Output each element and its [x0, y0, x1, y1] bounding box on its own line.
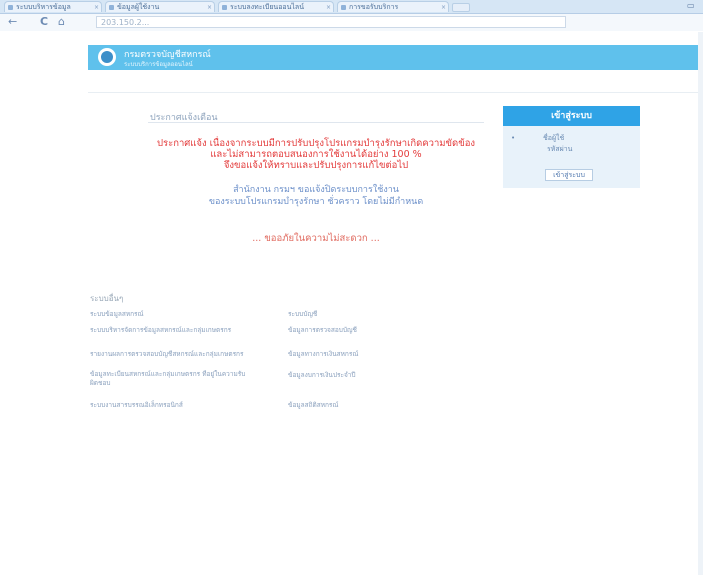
bullet-icon: • — [511, 134, 516, 142]
address-bar[interactable]: 203.150.2... — [96, 16, 566, 28]
close-tab-icon[interactable]: × — [207, 2, 212, 12]
favicon-icon — [341, 4, 346, 10]
site-logo[interactable] — [98, 48, 116, 66]
system-link[interactable]: ระบบงานสารบรรณอิเล็กทรอนิกส์ — [90, 400, 250, 410]
login-button[interactable]: เข้าสู่ระบบ — [545, 169, 593, 181]
divider — [88, 92, 700, 93]
announcement-label: ประกาศแจ้ง — [156, 138, 207, 149]
announcement-line-3: จึงขอแจ้งให้ทราบและปรับปรุงการแก้ไขต่อไป — [223, 160, 409, 171]
browser-tab-4[interactable]: การขอรับบริการ × — [337, 1, 449, 12]
reload-icon[interactable]: C — [40, 15, 48, 29]
system-link[interactable]: ข้อมูลสถิติสหกรณ์ — [288, 400, 448, 410]
tab-label: ระบบลงทะเบียนออนไลน์ — [230, 3, 304, 11]
system-link[interactable]: ระบบข้อมูลสหกรณ์ — [90, 309, 250, 319]
system-link[interactable]: รายงานผลการตรวจสอบบัญชีสหกรณ์และกลุ่มเกษ… — [90, 349, 250, 359]
system-link[interactable]: ระบบบริหารจัดการข้อมูลสหกรณ์และกลุ่มเกษต… — [90, 325, 250, 335]
login-header: เข้าสู่ระบบ — [503, 106, 640, 126]
close-tab-icon[interactable]: × — [326, 2, 331, 12]
closure-notice: สำนักงาน กรมฯ ขอแจ้งปิดระบบการใช้งาน ของ… — [116, 184, 516, 208]
browser-tab-bar: ระบบบริหารข้อมูล × ข้อมูลผู้ใช้งาน × ระบบล… — [0, 0, 703, 14]
browser-tab-1[interactable]: ระบบบริหารข้อมูล × — [4, 1, 102, 12]
username-label[interactable]: ชื่อผู้ใช้ — [543, 133, 564, 144]
back-arrow-icon[interactable]: ← — [8, 15, 17, 29]
browser-tab-2[interactable]: ข้อมูลผู้ใช้งาน × — [105, 1, 215, 12]
system-link[interactable]: ข้อมูลทะเบียนสหกรณ์และกลุ่มเกษตรกร ที่อย… — [90, 370, 250, 388]
tab-label: ข้อมูลผู้ใช้งาน — [117, 3, 160, 11]
site-subtitle: ระบบบริการข้อมูลออนไลน์ — [124, 61, 193, 68]
system-link[interactable]: ระบบบัญชี — [288, 309, 448, 319]
announcement-line-2: และไม่สามารถตอบสนองการใช้งานได้อย่าง 100… — [210, 149, 422, 160]
login-panel: เข้าสู่ระบบ • ชื่อผู้ใช้ รหัสผ่าน เข้าสู… — [503, 106, 640, 188]
window-controls-icon[interactable]: ▭ — [687, 1, 695, 10]
favicon-icon — [8, 4, 13, 10]
system-link[interactable]: ข้อมูลทางการเงินสหกรณ์ — [288, 349, 448, 359]
close-tab-icon[interactable]: × — [94, 2, 99, 12]
closure-line-2: ของระบบโปรแกรมบำรุงรักษา ชั่วคราว โดยไม่… — [208, 197, 424, 207]
home-icon[interactable]: ⌂ — [58, 15, 65, 29]
system-link[interactable]: ข้อมูลการตรวจสอบบัญชี — [288, 325, 448, 335]
new-tab-button[interactable] — [452, 3, 470, 12]
close-tab-icon[interactable]: × — [441, 2, 446, 12]
other-systems-heading: ระบบอื่นๆ — [90, 294, 124, 303]
closure-line-1: สำนักงาน กรมฯ ขอแจ้งปิดระบบการใช้งาน — [233, 185, 399, 195]
announcement-line-1: เนื่องจากระบบมีการปรับปรุงโปรแกรมบำรุงรั… — [206, 138, 476, 149]
tab-label: ระบบบริหารข้อมูล — [16, 3, 71, 11]
site-header: กรมตรวจบัญชีสหกรณ์ ระบบบริการข้อมูลออนไล… — [88, 45, 700, 70]
favicon-icon — [109, 4, 114, 10]
announcement-text: ประกาศแจ้ง เนื่องจากระบบมีการปรับปรุงโปร… — [116, 138, 516, 171]
favicon-icon — [222, 4, 227, 10]
browser-tab-3[interactable]: ระบบลงทะเบียนออนไลน์ × — [218, 1, 334, 12]
apology-text: ... ขออภัยในความไม่สะดวก ... — [252, 233, 380, 244]
title-divider — [148, 122, 484, 123]
system-link[interactable]: ข้อมูลงบการเงินประจำปี — [288, 370, 448, 380]
page-scrollbar[interactable] — [698, 32, 703, 575]
browser-toolbar: ← C ⌂ 203.150.2... — [0, 14, 703, 31]
password-label[interactable]: รหัสผ่าน — [547, 144, 572, 155]
tab-label: การขอรับบริการ — [349, 3, 399, 11]
